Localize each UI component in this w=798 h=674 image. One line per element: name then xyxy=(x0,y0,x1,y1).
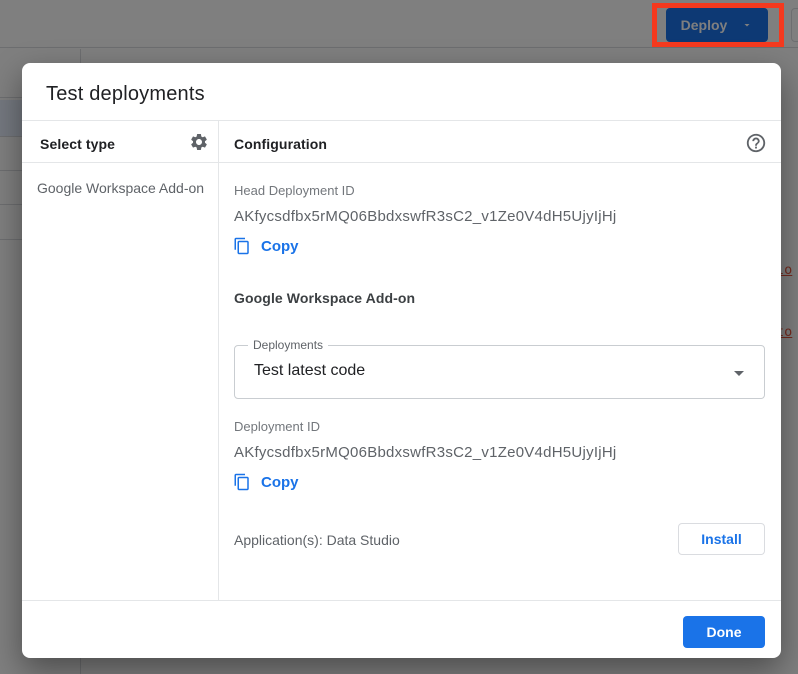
deployments-select-label: Deployments xyxy=(248,338,328,352)
done-button[interactable]: Done xyxy=(683,616,765,648)
copy-deployment-id-button[interactable]: Copy xyxy=(233,473,299,491)
copy-head-deployment-id-button[interactable]: Copy xyxy=(233,237,299,255)
annotation-highlight-box xyxy=(652,3,784,47)
deployment-id-label: Deployment ID xyxy=(234,419,320,434)
divider xyxy=(22,120,781,121)
head-deployment-id-value: AKfycsdfbx5rMQ06BbdxswfR3sC2_v1Ze0V4dH5U… xyxy=(234,208,616,225)
test-deployments-dialog: Test deployments Select type Configurati… xyxy=(22,63,781,658)
dropdown-caret-icon xyxy=(727,361,751,385)
deployment-id-value: AKfycsdfbx5rMQ06BbdxswfR3sC2_v1Ze0V4dH5U… xyxy=(234,444,616,461)
copy-icon xyxy=(233,237,251,255)
footer-divider xyxy=(22,600,781,601)
deployments-select-value: Test latest code xyxy=(254,362,365,380)
column-divider xyxy=(218,121,219,600)
install-button-label: Install xyxy=(701,531,741,547)
configuration-header: Configuration xyxy=(234,136,327,152)
select-type-header: Select type xyxy=(40,136,115,152)
applications-text: Application(s): Data Studio xyxy=(234,532,400,548)
dialog-title: Test deployments xyxy=(46,83,205,106)
done-button-label: Done xyxy=(707,624,742,640)
copy-icon xyxy=(233,473,251,491)
deployments-select[interactable]: Deployments Test latest code xyxy=(234,345,765,399)
install-button[interactable]: Install xyxy=(678,523,765,555)
divider xyxy=(22,162,781,163)
addon-section-header: Google Workspace Add-on xyxy=(234,290,415,306)
copy-label: Copy xyxy=(261,474,299,491)
head-deployment-id-label: Head Deployment ID xyxy=(234,183,355,198)
help-icon[interactable] xyxy=(744,131,768,155)
list-item-google-workspace-addon[interactable]: Google Workspace Add-on xyxy=(37,180,215,196)
copy-label: Copy xyxy=(261,238,299,255)
settings-gear-icon[interactable] xyxy=(187,130,211,154)
